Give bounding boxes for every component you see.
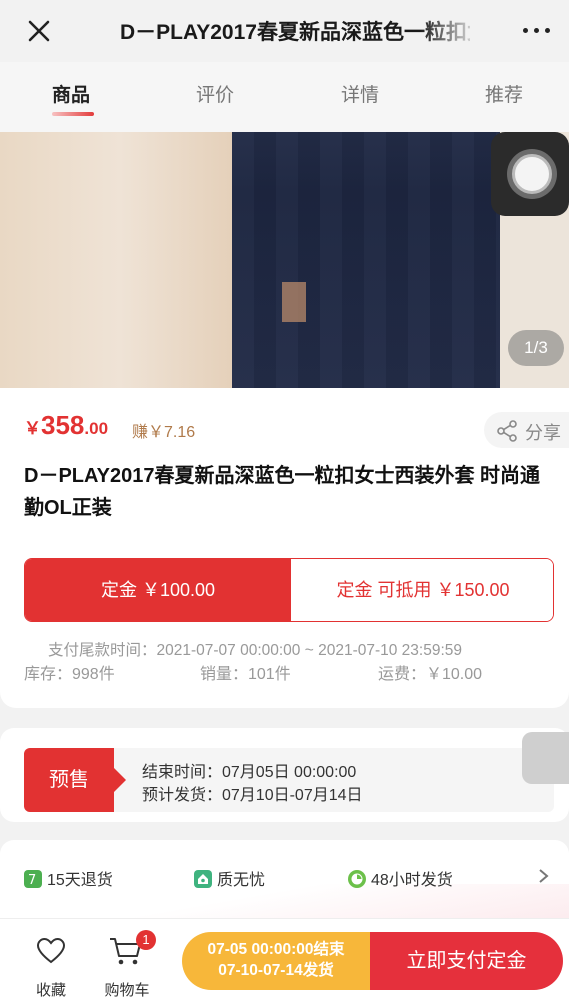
service-quality: 质无忧 <box>194 866 265 890</box>
deposit-box: 定金 ￥100.00 定金 可抵用 ￥150.00 <box>24 558 554 622</box>
price-decimal: .00 <box>84 419 109 438</box>
tab-reviews[interactable]: 评价 <box>196 80 234 107</box>
shipping-fee: 运费：￥10.00 <box>378 666 483 683</box>
return-7-icon: 7 <box>24 870 42 888</box>
sales: 销量：101件 <box>200 666 291 683</box>
product-image[interactable] <box>0 132 569 388</box>
more-icon[interactable] <box>520 22 554 40</box>
tab-product[interactable]: 商品 <box>52 80 90 107</box>
quality-house-icon <box>194 870 212 888</box>
tab-recommend[interactable]: 推荐 <box>485 80 523 107</box>
share-label: 分享 <box>525 423 561 443</box>
close-icon[interactable] <box>22 14 56 48</box>
top-bar: D－PLAY2017春夏新品深蓝色一粒扣女士西装外套 时尚通勤OL正装 <box>0 0 569 62</box>
cart-label: 购物车 <box>104 982 150 999</box>
pay-deposit-button[interactable]: 立即支付定金 <box>370 932 563 990</box>
service-shipping: 48小时发货 <box>348 866 453 890</box>
image-detail <box>282 282 306 322</box>
svg-text:7: 7 <box>28 873 36 888</box>
assistive-touch-dot <box>512 154 552 194</box>
price-integer: 358 <box>41 410 85 440</box>
share-icon <box>496 420 518 442</box>
balance-payment-time: 支付尾款时间：2021-07-07 00:00:00 ~ 2021-07-10 … <box>48 642 463 659</box>
earn-amount: 赚￥7.16 <box>132 424 196 441</box>
price-card: ￥358.00 赚￥7.16 分享 D－PLAY2017春夏新品深蓝色一粒扣女士… <box>0 388 569 708</box>
service-shipping-label: 48小时发货 <box>371 872 453 889</box>
product-name: D－PLAY2017春夏新品深蓝色一粒扣女士西装外套 时尚通勤OL正装 <box>24 465 540 519</box>
active-tab-indicator <box>52 112 94 116</box>
floating-side-tab[interactable] <box>522 732 569 784</box>
favorite-button[interactable]: 收藏 <box>30 933 72 999</box>
presale-countdown-button[interactable]: 07-05 00:00:00结束 07-10-07-14发货 <box>182 932 370 990</box>
tab-details[interactable]: 详情 <box>341 80 379 107</box>
presale-ship-time: 预计发货：07月10日-07月14日 <box>142 787 363 804</box>
presale-info: 预售 结束时间：07月05日 00:00:00 预计发货：07月10日-07月1… <box>24 748 554 812</box>
presale-tag: 预售 <box>24 748 126 812</box>
clock-icon <box>348 870 366 888</box>
assistive-touch-button[interactable] <box>491 132 569 216</box>
share-button[interactable]: 分享 <box>484 412 569 448</box>
deposit-credit: 定金 可抵用 ￥150.00 <box>291 559 553 621</box>
chevron-right-icon[interactable] <box>538 866 550 892</box>
service-return: 7 15天退货 <box>24 866 113 890</box>
price: ￥358.00 <box>24 410 108 441</box>
presale-card: 预售 结束时间：07月05日 00:00:00 预计发货：07月10日-07月1… <box>0 728 569 822</box>
presale-ship-line: 07-10-07-14发货 <box>218 962 334 979</box>
service-quality-label: 质无忧 <box>217 872 266 889</box>
cta-group: 07-05 00:00:00结束 07-10-07-14发货 立即支付定金 <box>182 932 563 990</box>
service-return-label: 15天退货 <box>47 872 113 889</box>
favorite-label: 收藏 <box>35 982 66 999</box>
cart-badge: 1 <box>136 930 156 950</box>
tab-bar: 商品 评价 详情 推荐 <box>0 62 569 132</box>
presale-end-line: 07-05 00:00:00结束 <box>207 941 345 958</box>
image-jacket <box>232 132 502 388</box>
image-background <box>0 132 240 388</box>
page-title: D－PLAY2017春夏新品深蓝色一粒扣女士西装外套 时尚通勤OL正装 <box>120 21 470 44</box>
image-counter: 1/3 <box>508 330 564 366</box>
presale-end-time: 结束时间：07月05日 00:00:00 <box>142 764 357 781</box>
stock: 库存：998件 <box>24 666 115 683</box>
title-fade <box>420 10 480 50</box>
deposit-amount: 定金 ￥100.00 <box>25 559 291 621</box>
price-symbol: ￥ <box>24 419 41 438</box>
service-card[interactable]: 7 15天退货 质无忧 48小时发货 <box>0 840 569 920</box>
